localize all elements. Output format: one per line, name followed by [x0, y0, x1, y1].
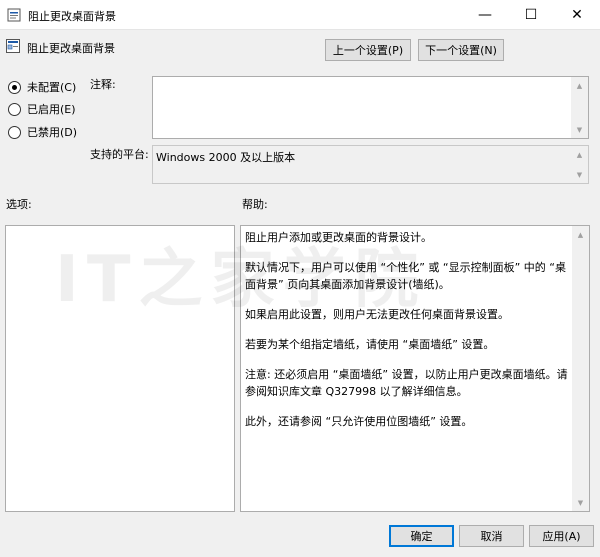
help-paragraph: 如果启用此设置，则用户无法更改任何桌面背景设置。 [245, 308, 509, 321]
comment-field[interactable]: ▲ ▼ [152, 76, 589, 139]
help-scrollbar[interactable]: ▲ ▼ [572, 226, 589, 511]
platform-field: Windows 2000 及以上版本 ▲ ▼ [152, 145, 589, 184]
scroll-down-icon[interactable]: ▼ [571, 166, 588, 183]
platform-scrollbar[interactable]: ▲ ▼ [571, 146, 588, 183]
help-paragraph: 注意: 还必须启用 “桌面墙纸” 设置，以防止用户更改桌面墙纸。请参阅知识库文章… [245, 368, 568, 398]
help-pane: 阻止用户添加或更改桌面的背景设计。 默认情况下，用户可以使用 “个性化” 或 “… [240, 225, 590, 512]
option-disabled[interactable]: 已禁用(D) [8, 124, 77, 140]
cancel-button[interactable]: 取消 [459, 525, 524, 547]
help-text: 阻止用户添加或更改桌面的背景设计。 默认情况下，用户可以使用 “个性化” 或 “… [241, 226, 589, 430]
scroll-down-icon[interactable]: ▼ [572, 494, 589, 511]
scroll-up-icon[interactable]: ▲ [571, 77, 588, 94]
radio-not-configured[interactable] [8, 80, 21, 94]
radio-disabled[interactable] [8, 125, 21, 139]
option-label: 未配置(C) [27, 81, 77, 94]
option-enabled[interactable]: 已启用(E) [8, 101, 76, 117]
scroll-up-icon[interactable]: ▲ [572, 226, 589, 243]
prev-setting-button[interactable]: 上一个设置(P) [325, 39, 411, 61]
minimize-icon: — [478, 7, 492, 23]
maximize-button[interactable]: ☐ [508, 0, 554, 30]
close-icon: ✕ [571, 7, 583, 23]
policy-setting-icon [6, 39, 20, 53]
option-not-configured[interactable]: 未配置(C) [8, 79, 76, 95]
window-title: 阻止更改桌面背景 [28, 10, 116, 23]
platform-value: Windows 2000 及以上版本 [156, 151, 296, 164]
options-pane [5, 225, 235, 512]
apply-button[interactable]: 应用(A) [529, 525, 594, 547]
close-button[interactable]: ✕ [554, 0, 600, 30]
scroll-up-icon[interactable]: ▲ [571, 146, 588, 163]
maximize-icon: ☐ [524, 7, 538, 23]
minimize-button[interactable]: — [462, 0, 508, 30]
next-setting-button[interactable]: 下一个设置(N) [418, 39, 504, 61]
ok-button[interactable]: 确定 [389, 525, 454, 547]
radio-enabled[interactable] [8, 102, 21, 116]
comment-scrollbar[interactable]: ▲ ▼ [571, 77, 588, 138]
scroll-down-icon[interactable]: ▼ [571, 121, 588, 138]
help-paragraph: 此外，还请参阅 “只允许使用位图墙纸” 设置。 [245, 415, 473, 428]
help-label: 帮助: [242, 198, 268, 211]
policy-window-icon [7, 8, 21, 22]
platform-label: 支持的平台: [90, 148, 149, 161]
comment-label: 注释: [90, 78, 116, 91]
policy-name: 阻止更改桌面背景 [27, 42, 115, 55]
help-paragraph: 默认情况下，用户可以使用 “个性化” 或 “显示控制面板” 中的 “桌面背景” … [245, 261, 566, 291]
help-paragraph: 若要为某个组指定墙纸，请使用 “桌面墙纸” 设置。 [245, 338, 495, 351]
option-label: 已禁用(D) [27, 126, 78, 139]
help-paragraph: 阻止用户添加或更改桌面的背景设计。 [245, 231, 432, 244]
options-label: 选项: [6, 198, 32, 211]
option-label: 已启用(E) [27, 103, 76, 116]
